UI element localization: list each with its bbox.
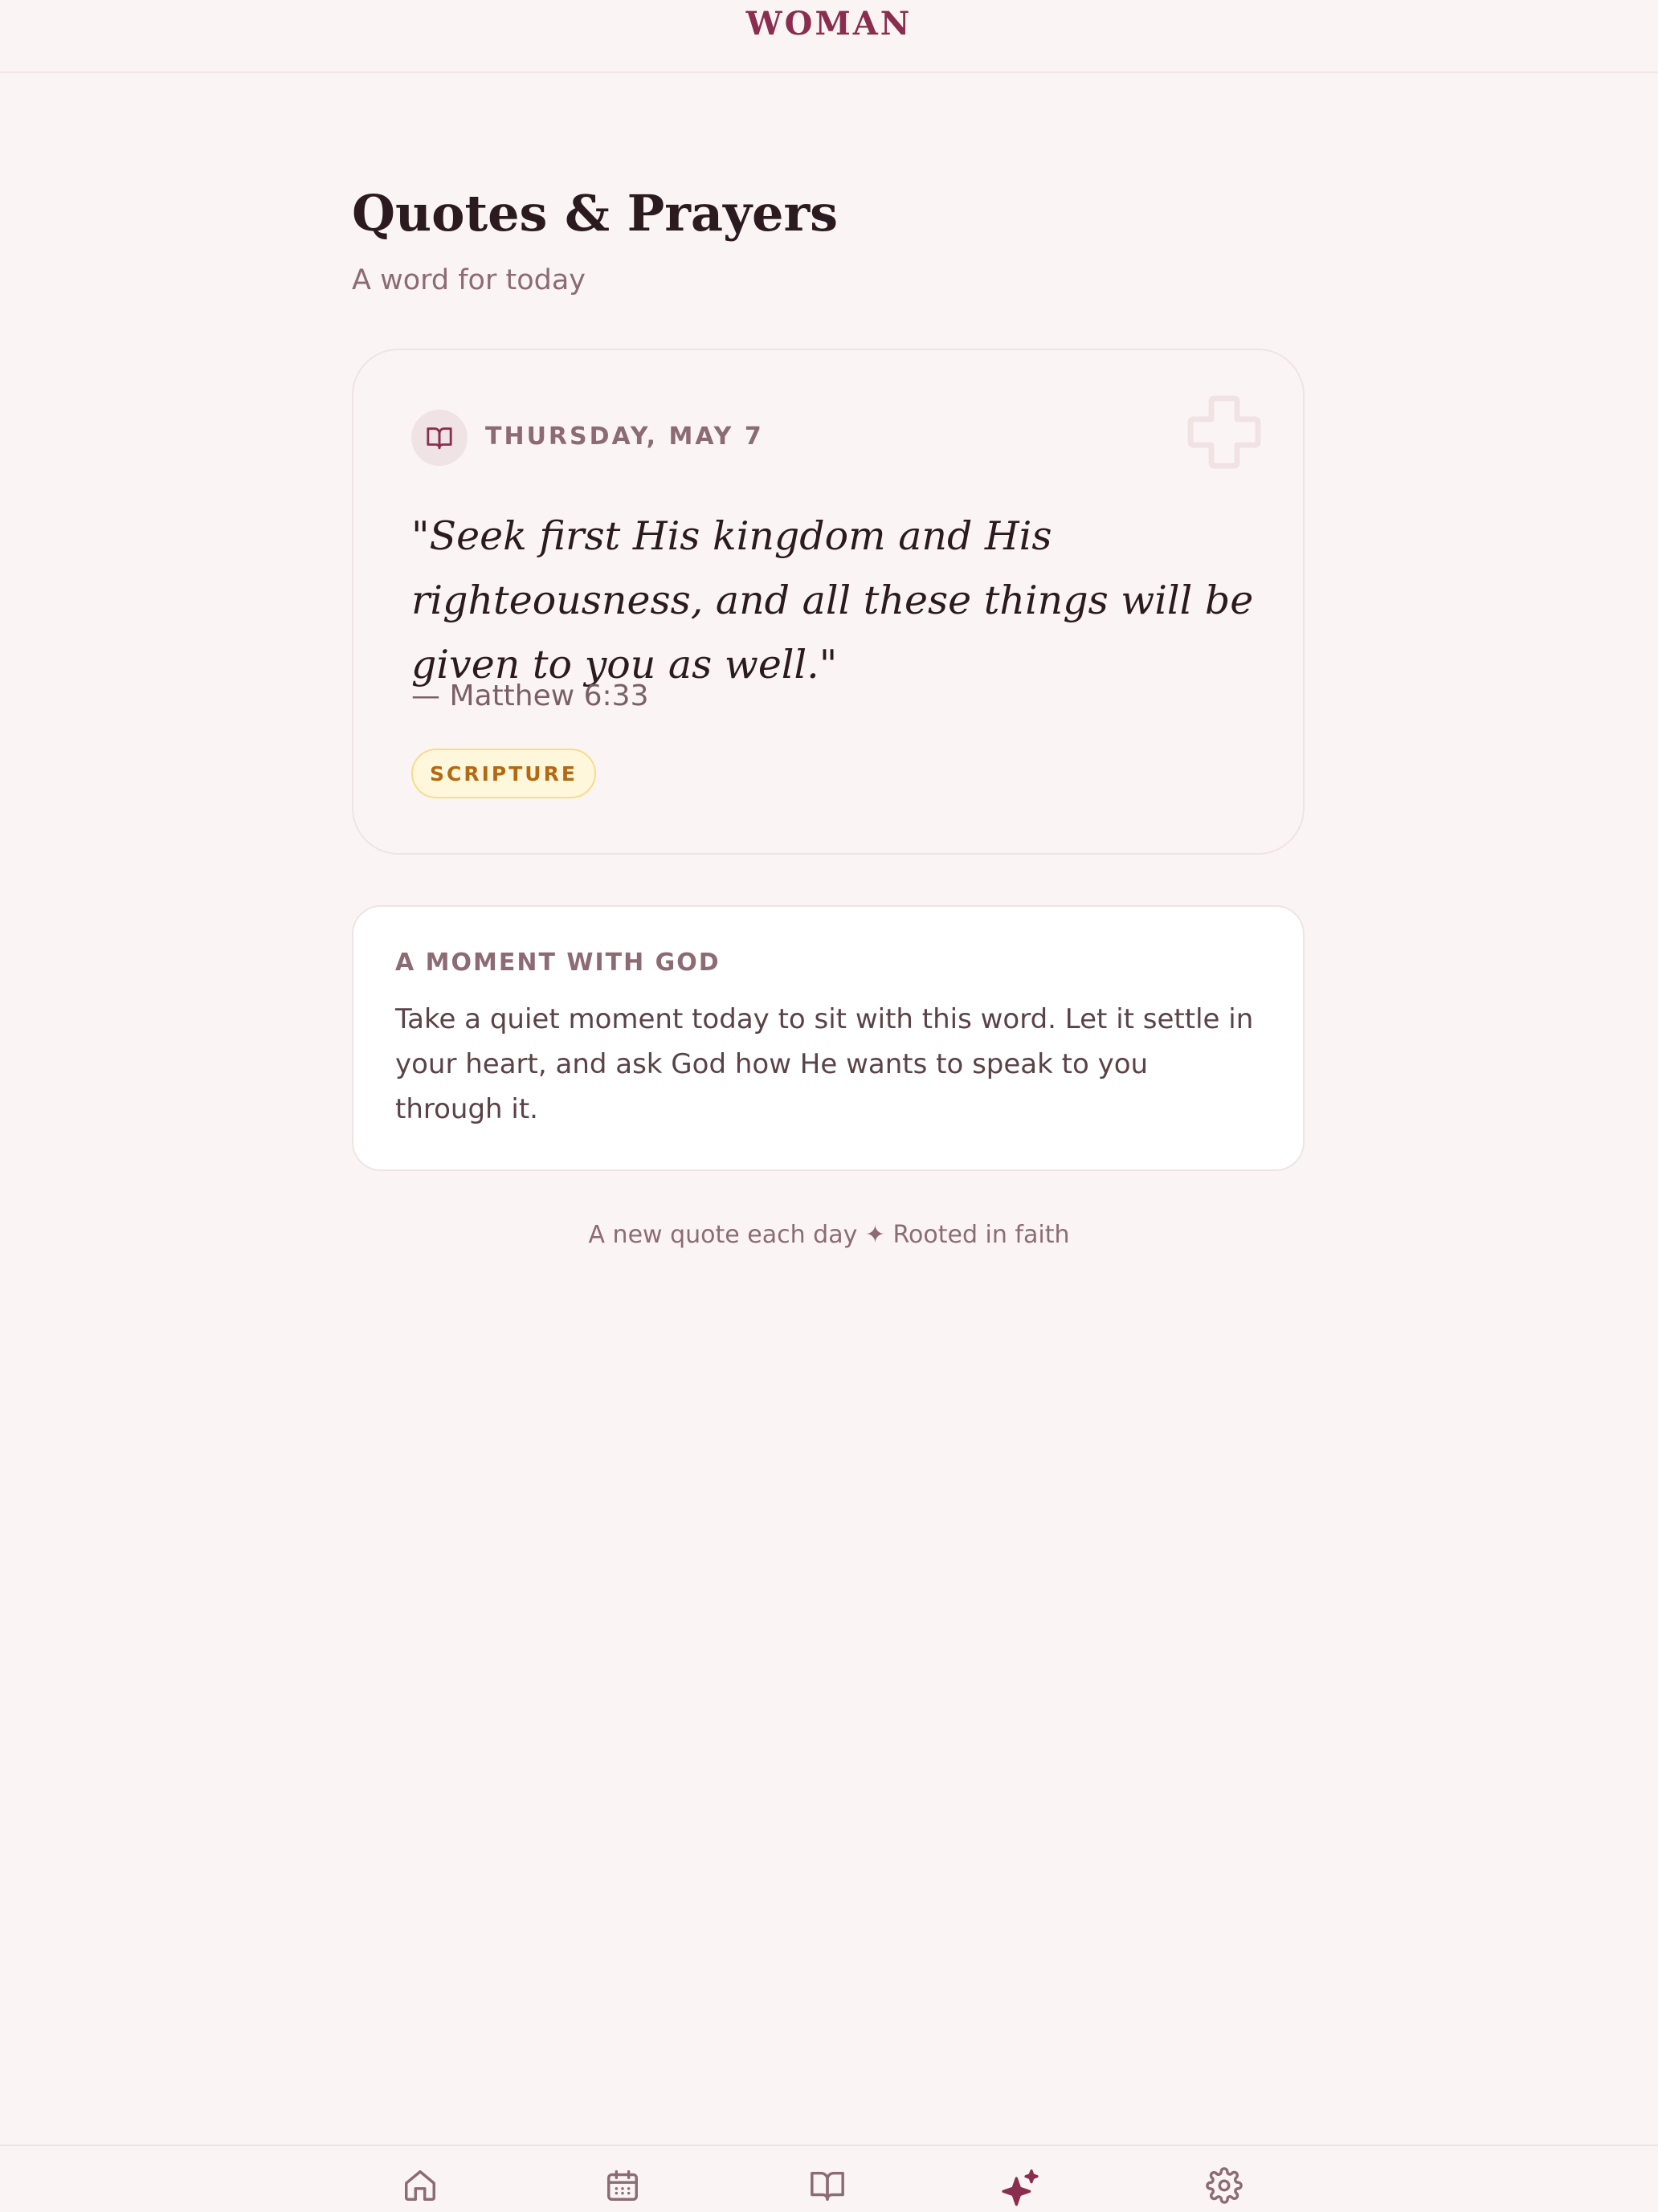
brand-logo: WOMAN <box>745 5 913 43</box>
quote-text: "Seek first His kingdom and His righteou… <box>411 513 1254 688</box>
moment-body: Take a quiet moment today to sit with th… <box>395 1003 1254 1125</box>
tab-calendar[interactable] <box>598 2167 647 2212</box>
category-tag: SCRIPTURE <box>411 749 596 798</box>
quote-date: THURSDAY, MAY 7 <box>485 422 764 451</box>
tab-quotes[interactable] <box>996 2167 1044 2212</box>
home-icon <box>405 2170 435 2201</box>
footer-note: A new quote each day ✦ Rooted in faith <box>588 1221 1070 1249</box>
book-open-icon <box>811 2171 844 2201</box>
moment-heading: A MOMENT WITH GOD <box>395 949 721 977</box>
tab-journal[interactable] <box>803 2167 851 2212</box>
cross-icon <box>1186 394 1263 471</box>
book-open-icon <box>411 410 468 466</box>
moment-with-god-card: A MOMENT WITH GOD Take a quiet moment to… <box>352 905 1305 1171</box>
calendar-icon <box>607 2170 638 2201</box>
sparkles-icon <box>1002 2169 1039 2206</box>
page-subtitle: A word for today <box>352 264 586 296</box>
daily-quote-card: THURSDAY, MAY 7 "Seek first His kingdom … <box>352 349 1305 855</box>
top-bar: WOMAN <box>0 0 1658 73</box>
bottom-tab-bar <box>0 2145 1658 2212</box>
quote-reference: — Matthew 6:33 <box>411 680 649 712</box>
tab-home[interactable] <box>396 2167 444 2212</box>
page-title: Quotes & Prayers <box>352 184 839 243</box>
gear-icon <box>1206 2167 1243 2204</box>
tab-settings[interactable] <box>1200 2167 1248 2212</box>
